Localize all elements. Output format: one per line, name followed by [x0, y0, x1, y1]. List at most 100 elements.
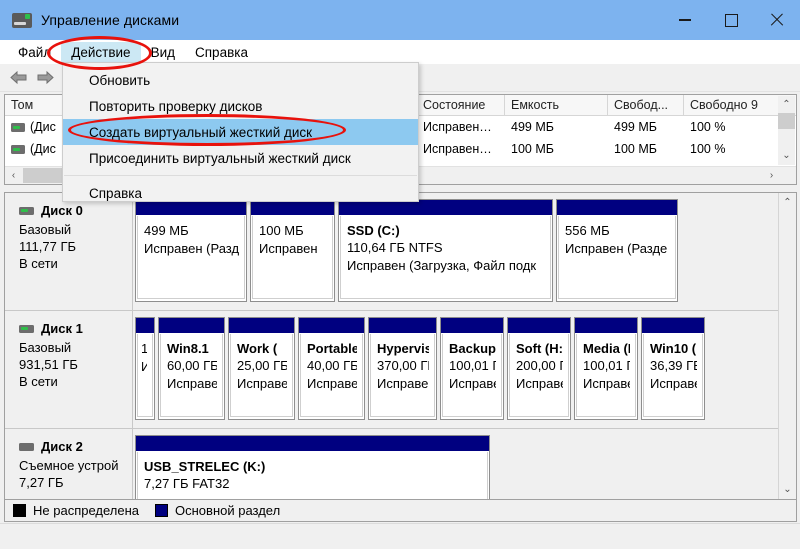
partition-size: 7,27 ГБ FAT32 — [144, 476, 230, 491]
partition-size: 110,64 ГБ NTFS — [347, 240, 443, 255]
partition[interactable]: 556 МБ Исправен (Разде — [556, 199, 678, 302]
disk-type: Базовый — [19, 222, 72, 237]
volume-list-scroll-up-button[interactable]: ⌃ — [778, 96, 795, 113]
cell-free-percent: 100 % — [690, 142, 726, 156]
partition-color-bar — [229, 318, 294, 334]
graphical-view-scrollbar[interactable]: ⌃ ⌄ — [778, 193, 796, 499]
disk-row-1[interactable]: Диск 1 Базовый 931,51 ГБ В сети 10 И — [5, 311, 796, 429]
legend-item-unallocated: Не распределена — [13, 503, 139, 518]
menu-item-attach-vhd[interactable]: Присоединить виртуальный жесткий диск — [63, 145, 418, 171]
window-title: Управление дисками — [41, 12, 180, 28]
menu-view[interactable]: Вид — [141, 42, 185, 63]
partition-name: Media (I — [583, 341, 630, 356]
disk-status: В сети — [19, 256, 58, 271]
disk-status: В сети — [19, 374, 58, 389]
volume-list-scroll-down-button[interactable]: ⌄ — [778, 147, 795, 164]
partition[interactable]: USB_STRELEC (K:) 7,27 ГБ FAT32 — [135, 435, 490, 499]
partition-size: 100,01 ГБ — [583, 358, 630, 373]
partition-size: 36,39 ГБ — [650, 358, 697, 373]
partition-size: 10 — [141, 340, 147, 358]
action-menu-dropdown[interactable]: Обновить Повторить проверку дисков Созда… — [62, 62, 419, 202]
menu-item-help[interactable]: Справка — [63, 180, 418, 206]
legend-swatch-unallocated — [13, 504, 26, 517]
partition-name: Win10 ( — [650, 341, 697, 356]
graphical-scroll-down-button[interactable]: ⌄ — [779, 481, 796, 498]
partition-state: Исправе — [307, 376, 357, 391]
partition[interactable]: Work ( 25,00 ГБ Исправе — [228, 317, 295, 420]
column-header-state[interactable]: Состояние — [417, 95, 505, 115]
partition-size: 499 МБ — [144, 223, 189, 238]
disk-title-1: Диск 1 — [19, 321, 132, 336]
partition-color-bar — [136, 436, 489, 452]
menu-item-refresh[interactable]: Обновить — [63, 67, 418, 93]
menu-item-rescan-disks[interactable]: Повторить проверку дисков — [63, 93, 418, 119]
disk-info-0[interactable]: Диск 0 Базовый 111,77 ГБ В сети — [5, 193, 133, 310]
back-button[interactable] — [6, 66, 32, 90]
partition-state: Исправен — [259, 241, 318, 256]
cell-capacity: 100 МБ — [511, 142, 554, 156]
disk-size: 111,77 ГБ — [19, 239, 77, 254]
partition-color-bar — [441, 318, 503, 334]
disk-row-0[interactable]: Диск 0 Базовый 111,77 ГБ В сети 499 МБ И… — [5, 193, 796, 311]
forward-button[interactable] — [32, 66, 58, 90]
partition[interactable]: Win10 ( 36,39 ГБ Исправен — [641, 317, 705, 420]
arrow-left-icon — [10, 70, 27, 85]
disk-row-2[interactable]: Диск 2 Съемное устрой 7,27 ГБ USB_STRELE… — [5, 429, 796, 499]
partition-color-bar — [642, 318, 704, 334]
partition[interactable]: Win8.1 60,00 ГБ Исправе — [158, 317, 225, 420]
column-header-free-percent[interactable]: Свободно 9 — [684, 95, 780, 115]
partitions-1: 10 И Win8.1 60,00 ГБ Исправе Work ( — [133, 311, 796, 428]
partition[interactable]: 10 И — [135, 317, 155, 420]
hard-disk-icon — [19, 324, 34, 333]
partition-name: Hypervisor — [377, 341, 429, 356]
volume-list-vscroll-thumb[interactable] — [778, 113, 795, 129]
menu-file[interactable]: Файл — [8, 42, 61, 63]
partition[interactable]: Backup ( 100,01 ГБ Исправен — [440, 317, 504, 420]
partition-name: SSD (C:) — [347, 223, 400, 238]
partition-name: Work ( — [237, 341, 278, 356]
menu-action[interactable]: Действие — [61, 41, 141, 63]
partition-size: 100 МБ — [259, 223, 304, 238]
minimize-button[interactable] — [662, 0, 708, 40]
close-button[interactable] — [754, 0, 800, 40]
disk-title-2: Диск 2 — [19, 439, 132, 454]
menu-help[interactable]: Справка — [185, 42, 258, 63]
partitions-0: 499 МБ Исправен (Разд 100 МБ Исправен SS… — [133, 193, 796, 310]
disk-size: 7,27 ГБ — [19, 475, 64, 490]
partition-name: USB_STRELEC (K:) — [144, 459, 266, 474]
menu-item-create-vhd[interactable]: Создать виртуальный жесткий диск — [63, 119, 418, 145]
column-header-capacity[interactable]: Емкость — [505, 95, 608, 115]
disk-type: Базовый — [19, 340, 72, 355]
partition-state: Исправен — [516, 376, 563, 391]
partition-state: Исправен (Загрузка, Файл подк — [347, 258, 537, 273]
disk-info-1[interactable]: Диск 1 Базовый 931,51 ГБ В сети — [5, 311, 133, 428]
window-controls — [662, 0, 800, 40]
partition[interactable]: Soft (H:) 200,00 ГБ Исправен — [507, 317, 571, 420]
partition-state: Исправе — [237, 376, 287, 391]
partition[interactable]: Hypervisor 370,00 ГБ N Исправен — [368, 317, 437, 420]
partition[interactable]: Portable 40,00 ГБ Исправе — [298, 317, 365, 420]
partition-state: Исправен — [583, 376, 630, 391]
partitions-2: USB_STRELEC (K:) 7,27 ГБ FAT32 — [133, 429, 796, 499]
partition[interactable]: SSD (C:) 110,64 ГБ NTFS Исправен (Загруз… — [338, 199, 553, 302]
volume-list-scroll-right-button[interactable]: › — [763, 167, 780, 184]
partition-color-bar — [136, 318, 154, 334]
partition-name: Win8.1 — [167, 341, 209, 356]
graphical-scroll-up-button[interactable]: ⌃ — [779, 194, 796, 211]
partition-size: 25,00 ГБ — [237, 358, 287, 373]
partition-state: Исправен (Разд — [144, 241, 239, 256]
maximize-button[interactable] — [708, 0, 754, 40]
column-header-free[interactable]: Свобод... — [608, 95, 684, 115]
volume-list-scroll-left-button[interactable]: ‹ — [5, 167, 22, 184]
partition[interactable]: Media (I 100,01 ГБ Исправен — [574, 317, 638, 420]
cell-free: 499 МБ — [614, 120, 657, 134]
partition[interactable]: 100 МБ Исправен — [250, 199, 335, 302]
partition-color-bar — [369, 318, 436, 334]
legend-swatch-primary — [155, 504, 169, 517]
disk-info-2[interactable]: Диск 2 Съемное устрой 7,27 ГБ — [5, 429, 133, 499]
close-icon — [770, 13, 784, 27]
partition-name: Portable — [307, 341, 357, 356]
menu-bar: Файл Действие Вид Справка — [0, 40, 800, 64]
partition[interactable]: 499 МБ Исправен (Разд — [135, 199, 247, 302]
cell-volume: (Дис — [30, 120, 56, 134]
